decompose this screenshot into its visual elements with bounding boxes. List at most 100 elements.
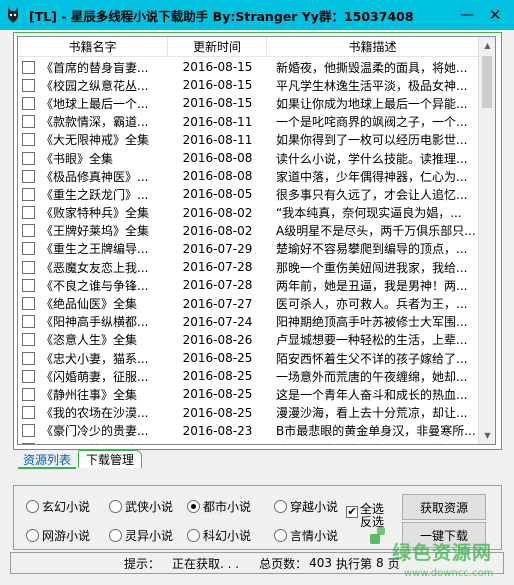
table-row[interactable]: 《忠犬小妻，猫系... 2016-08-25 陌安西怀着生父不详的孩子嫁给了...: [18, 349, 479, 367]
title-bar[interactable]: [TL] - 星辰多线程小说下载助手 By:Stranger Yy群：15037…: [0, 0, 514, 30]
list-header: 书籍名字 更新时间 书籍描述: [18, 37, 479, 57]
row-checkbox[interactable]: [22, 242, 35, 256]
book-name-cell: 《恣意人生》全集: [18, 331, 168, 348]
book-description: 传闻墨氏帝国高层高一色俊男帅哥...: [267, 441, 479, 444]
update-date: 2016-08-02: [182, 223, 253, 238]
column-header-description[interactable]: 书籍描述: [267, 37, 479, 57]
table-row[interactable]: 《重生之王牌编导... 2016-07-29 楚瑜好不容易攀爬到编导的顶点，...: [18, 240, 479, 258]
row-checkbox[interactable]: [22, 351, 35, 365]
row-checkbox[interactable]: [22, 297, 35, 311]
row-checkbox[interactable]: [22, 278, 35, 292]
book-name: 《校园之纵意花丛...: [41, 78, 149, 93]
radio-dot-icon[interactable]: [26, 500, 39, 513]
book-name: 《极品修真神医》...: [41, 169, 149, 184]
book-description: 医可杀人，亦可救人。兵者为王，...: [276, 297, 468, 312]
radio-dot-icon[interactable]: [274, 500, 287, 513]
radio-dot-icon[interactable]: [187, 529, 200, 542]
radio-dot-icon[interactable]: [187, 500, 200, 513]
row-checkbox[interactable]: [22, 387, 35, 401]
update-date: 2016-08-15: [182, 96, 253, 111]
table-row[interactable]: 《豪门冷少的贵妻... 2016-08-23 B市最悲眼的黄金单身汉，非曼寒所...: [18, 422, 479, 440]
book-name: 《绝品仙医》全集: [41, 297, 138, 312]
column-header-book-name[interactable]: 书籍名字: [18, 37, 168, 57]
table-row[interactable]: 《我的农场在沙漠... 2016-08-25 漫漫沙海，看上去十分荒凉，却让...: [18, 404, 479, 422]
book-list-view[interactable]: 书籍名字 更新时间 书籍描述 《首席的替身盲妻... 2016-08-15 新婚夜，…: [17, 36, 496, 445]
row-checkbox[interactable]: [22, 406, 35, 420]
client-area: 书籍名字 更新时间 书籍描述 《首席的替身盲妻... 2016-08-15 新婚夜，…: [0, 30, 514, 585]
table-row[interactable]: 《阳神高手纵横都... 2016-07-24 阳神期绝顶高手叶苏被修士大军围...: [18, 313, 479, 331]
select-toggle-label[interactable]: 全选 反选: [360, 503, 386, 529]
scrollbar-thumb[interactable]: [482, 56, 492, 108]
row-checkbox[interactable]: [22, 206, 35, 220]
row-checkbox[interactable]: [22, 424, 35, 438]
radio-dot-icon[interactable]: [109, 500, 122, 513]
table-row[interactable]: 《败家特种兵》全集 2016-08-02 “我本纯真，奈何现实逼良为娼，...: [18, 204, 479, 222]
row-checkbox[interactable]: [22, 133, 35, 147]
book-name: 《豪门冷少的贵妻...: [41, 424, 149, 439]
table-row[interactable]: 《恣意人生》全集 2016-08-26 卢显城想要一种轻松的生活，上辈...: [18, 331, 479, 349]
book-description: 楚瑜好不容易攀爬到编导的顶点，...: [276, 242, 468, 257]
category-radio-1[interactable]: 玄幻小说: [26, 498, 90, 515]
radio-dot-icon[interactable]: [109, 529, 122, 542]
row-checkbox[interactable]: [22, 151, 35, 165]
table-row[interactable]: 《闪婚萌妻，征服... 2016-08-25 一场意外而荒唐的午夜缠绵，她却...: [18, 367, 479, 385]
book-name-cell: 《书眼》全集: [18, 150, 168, 167]
watermark-url: www.downcc.com: [404, 568, 494, 579]
table-row[interactable]: 《重生之跃龙门》... 2016-08-05 很多事只有久远了，才会让人追忆...: [18, 185, 479, 203]
row-checkbox[interactable]: [22, 224, 35, 238]
category-radio-4[interactable]: 穿越小说: [274, 498, 338, 515]
table-row[interactable]: 《王牌好莱坞》全集 2016-08-02 A级明星不是尽头，两千万俱乐部只...: [18, 222, 479, 240]
table-row[interactable]: 《地球上最后一个... 2016-08-15 如果让你成为地球上最后一个异能...: [18, 94, 479, 112]
fetch-resources-button[interactable]: 获取资源: [402, 494, 486, 520]
update-date: 2016-07-28: [182, 278, 253, 293]
category-label: 科幻小说: [203, 529, 252, 543]
table-row[interactable]: 《首席的替身盲妻... 2016-08-15 新婚夜，他撕毁温柔的面具，将她...: [18, 58, 479, 76]
close-icon[interactable]: ✕: [486, 6, 504, 24]
radio-dot-icon[interactable]: [274, 529, 287, 542]
select-all-checkbox[interactable]: ✔: [346, 506, 358, 518]
update-date: 2016-08-05: [182, 187, 253, 202]
category-radio-5[interactable]: 网游小说: [26, 527, 90, 544]
table-row[interactable]: 《书眼》全集 2016-08-08 读什么小说，学什么技能。读推理...: [18, 149, 479, 167]
row-checkbox[interactable]: [22, 333, 35, 347]
table-row[interactable]: 《极品修真神医》... 2016-08-08 家道中落，少年偶得神器，仁心为...: [18, 167, 479, 185]
table-row[interactable]: 《款款情深，霸道... 2016-08-11 一个是叱咤商界的飒阀之子，一个...: [18, 113, 479, 131]
row-checkbox[interactable]: [22, 96, 35, 110]
tab-download-manager[interactable]: 下载管理: [78, 450, 142, 468]
book-name: 《权婚之撩妻上瘾...: [41, 441, 148, 444]
row-checkbox[interactable]: [22, 187, 35, 201]
row-checkbox[interactable]: [22, 78, 35, 92]
book-name-cell: 《款款情深，霸道...: [18, 113, 168, 130]
row-checkbox[interactable]: [22, 60, 35, 74]
book-name-cell: 《极品修真神医》...: [18, 168, 168, 185]
row-checkbox[interactable]: [22, 115, 35, 129]
row-checkbox[interactable]: [22, 369, 35, 383]
table-row[interactable]: 《静州往事》全集 2016-08-25 这是一个青年人奋斗和成长的热血...: [18, 385, 479, 403]
table-row[interactable]: 《绝品仙医》全集 2016-07-27 医可杀人，亦可救人。兵者为王，...: [18, 294, 479, 312]
scroll-down-icon[interactable]: ▼: [479, 427, 495, 444]
category-radio-7[interactable]: 科幻小说: [187, 527, 251, 544]
category-radio-8[interactable]: 言情小说: [274, 527, 338, 544]
table-row[interactable]: 《校园之纵意花丛... 2016-08-15 平凡学生林逸生活平淡，极品女神...: [18, 76, 479, 94]
row-checkbox[interactable]: [22, 442, 35, 444]
table-row[interactable]: 《恶魔女友恋上我... 2016-07-28 那晚一个重伤美妞闯进我家，我给...: [18, 258, 479, 276]
row-checkbox[interactable]: [22, 169, 35, 183]
radio-dot-icon[interactable]: [26, 529, 39, 542]
row-checkbox[interactable]: [22, 260, 35, 274]
tab-resource-list[interactable]: 资源列表: [18, 451, 76, 469]
book-name: 《不良之谁与争锋...: [41, 278, 149, 293]
category-radio-3[interactable]: 都市小说: [187, 498, 251, 515]
column-header-update-time[interactable]: 更新时间: [168, 37, 267, 57]
table-row[interactable]: 《不良之谁与争锋... 2016-07-28 两年前，她是丑逼，我是男神！两...: [18, 276, 479, 294]
scroll-up-icon[interactable]: ▲: [479, 37, 495, 54]
table-row[interactable]: 《权婚之撩妻上瘾... 2016-08-21传闻墨氏帝国高层高一色俊男帅哥...: [18, 440, 479, 444]
table-row[interactable]: 《大无限神戒》全集 2016-08-11 如果你得到了一枚可以经历电影世...: [18, 131, 479, 149]
minimize-icon[interactable]: —: [458, 6, 476, 24]
category-radio-2[interactable]: 武侠小说: [109, 498, 173, 515]
book-description: “我本纯真，奈何现实逼良为娼，...: [276, 206, 462, 221]
book-name-cell: 《不良之谁与争锋...: [18, 277, 168, 294]
book-description: 如果你得到了一枚可以经历电影世...: [276, 133, 468, 148]
vertical-scrollbar[interactable]: ▲ ▼: [478, 37, 495, 444]
category-radio-6[interactable]: 灵异小说: [109, 527, 173, 544]
row-checkbox[interactable]: [22, 315, 35, 329]
